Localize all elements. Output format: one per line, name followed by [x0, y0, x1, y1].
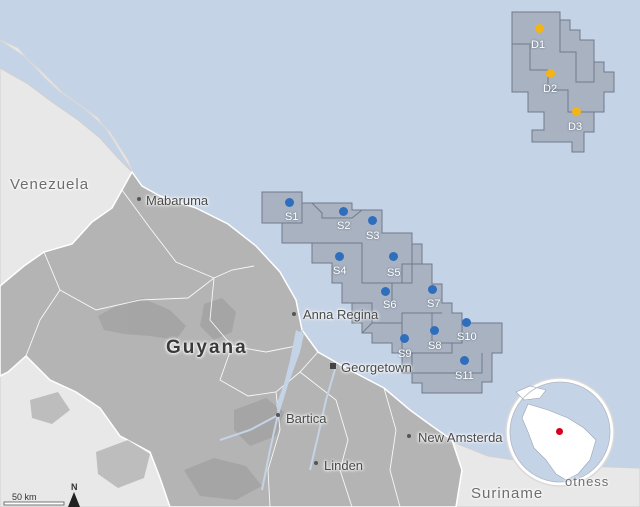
block-marker-s3[interactable] [368, 216, 377, 225]
block-marker-d3[interactable] [572, 107, 581, 116]
block-label-s8: S8 [428, 340, 442, 352]
block-marker-s11[interactable] [460, 356, 469, 365]
block-label-s6: S6 [383, 299, 397, 311]
scale-bar [3, 501, 65, 506]
map-canvas[interactable]: Venezuela Guyana Suriname otness Mabarum… [0, 0, 640, 507]
block-label-s9: S9 [398, 348, 412, 360]
country-label-guyana: Guyana [166, 337, 248, 358]
block-marker-s10[interactable] [462, 318, 471, 327]
block-label-s5: S5 [387, 267, 401, 279]
block-label-s4: S4 [333, 265, 347, 277]
town-label-anna-regina: Anna Regina [303, 307, 379, 322]
block-label-s1: S1 [285, 211, 299, 223]
block-label-s11: S11 [455, 370, 474, 382]
block-marker-s7[interactable] [428, 285, 437, 294]
block-label-s3: S3 [366, 230, 380, 242]
block-marker-s9[interactable] [400, 334, 409, 343]
block-marker-s2[interactable] [339, 207, 348, 216]
map-layers [0, 0, 640, 507]
block-marker-s4[interactable] [335, 252, 344, 261]
town-label-georgetown: Georgetown [341, 360, 412, 375]
block-marker-s6[interactable] [381, 287, 390, 296]
scale-bar-label: 50 km [12, 492, 37, 502]
block-marker-d2[interactable] [546, 69, 555, 78]
block-marker-s5[interactable] [389, 252, 398, 261]
block-marker-s1[interactable] [285, 198, 294, 207]
north-label: N [71, 482, 78, 492]
locator-highlight-marker [556, 428, 563, 435]
block-label-s7: S7 [427, 298, 441, 310]
town-label-new-amsterdam: New Amsterda [418, 430, 503, 445]
town-label-linden: Linden [324, 458, 364, 473]
country-label-cut-off: otness [565, 474, 610, 489]
block-label-s2: S2 [337, 220, 351, 232]
town-label-mabaruma: Mabaruma [146, 193, 209, 208]
block-label-d1: D1 [531, 39, 546, 51]
block-label-d2: D2 [543, 83, 558, 95]
town-label-bartica: Bartica [286, 411, 327, 426]
capital-marker [330, 363, 336, 369]
country-label-venezuela: Venezuela [10, 176, 90, 193]
block-marker-s8[interactable] [430, 326, 439, 335]
block-label-s10: S10 [457, 331, 477, 343]
block-marker-d1[interactable] [535, 24, 544, 33]
country-label-suriname: Suriname [471, 485, 544, 502]
block-label-d3: D3 [568, 121, 583, 133]
